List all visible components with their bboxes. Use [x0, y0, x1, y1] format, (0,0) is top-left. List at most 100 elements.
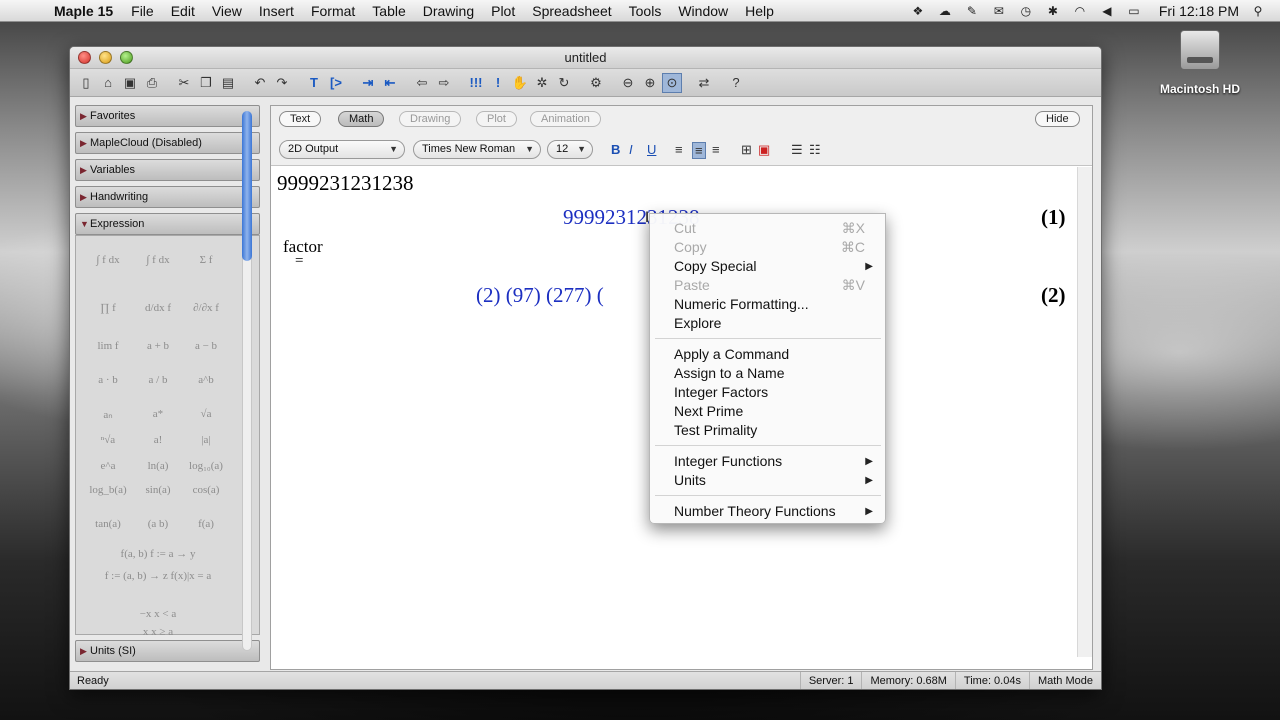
insert-text-icon[interactable]: T: [304, 73, 324, 93]
palette-item-partial-derivative[interactable]: ∂/∂x f: [193, 302, 219, 314]
menu-item-number-theory[interactable]: Number Theory Functions ▶: [650, 502, 885, 521]
menu-item-integer-functions[interactable]: Integer Functions ▶: [650, 452, 885, 471]
font-select[interactable]: Times New Roman ▼: [413, 140, 541, 159]
app-menu[interactable]: Maple 15: [54, 3, 113, 19]
palette-item-indefinite-integral[interactable]: ∫ f dx: [96, 254, 119, 266]
palette-item-subtraction[interactable]: a − b: [195, 340, 217, 352]
outdent-icon[interactable]: ⇤: [380, 73, 400, 93]
palette-item-piecewise-line2[interactable]: x x ≥ a: [143, 626, 173, 638]
mode-plot-button[interactable]: Plot: [476, 111, 517, 127]
palette-item-limit[interactable]: lim f: [97, 340, 118, 352]
font-size-select[interactable]: 12 ▼: [547, 140, 593, 159]
palette-maplecloud[interactable]: ▶ MapleCloud (Disabled): [75, 132, 260, 154]
align-center-icon[interactable]: ≡: [692, 142, 706, 159]
palette-item-division[interactable]: a / b: [149, 374, 168, 386]
menu-drawing[interactable]: Drawing: [423, 3, 474, 19]
borders-icon[interactable]: ⊞: [741, 142, 752, 158]
palette-item-factorial[interactable]: a!: [154, 434, 163, 446]
execute-all-icon[interactable]: !!!: [466, 73, 486, 93]
interrupt-icon[interactable]: ✋: [510, 73, 530, 93]
menu-item-apply-command[interactable]: Apply a Command: [650, 345, 885, 364]
palette-item-power[interactable]: a^b: [198, 374, 214, 386]
mode-text-button[interactable]: Text: [279, 111, 322, 127]
bullet-list-icon[interactable]: ☰: [791, 142, 803, 158]
cut-icon[interactable]: ✂: [174, 73, 194, 93]
back-arrow-icon[interactable]: ⇦: [412, 73, 432, 93]
palette-item-ln[interactable]: ln(a): [148, 460, 169, 472]
menu-item-numeric-formatting[interactable]: Numeric Formatting...: [650, 295, 885, 314]
palette-item-cos[interactable]: cos(a): [193, 484, 220, 496]
palette-item-sin[interactable]: sin(a): [145, 484, 170, 496]
menu-edit[interactable]: Edit: [171, 3, 195, 19]
palette-item-nth-root[interactable]: ⁿ√a: [101, 434, 115, 446]
menu-item-assign-name[interactable]: Assign to a Name: [650, 364, 885, 383]
color-fill-icon[interactable]: ▣: [758, 142, 770, 158]
menu-table[interactable]: Table: [372, 3, 405, 19]
restart-icon[interactable]: ↻: [554, 73, 574, 93]
menu-item-paste[interactable]: Paste ⌘V: [650, 276, 885, 295]
menubar-clock[interactable]: Fri 12:18 PM: [1159, 3, 1239, 19]
palette-units[interactable]: ▶ Units (SI): [75, 640, 260, 662]
palette-scroll-thumb[interactable]: [242, 111, 252, 261]
palette-item-addition[interactable]: a + b: [147, 340, 169, 352]
palette-item-function-call[interactable]: f(a): [198, 518, 214, 530]
palette-expression[interactable]: ▼Expression: [75, 213, 260, 235]
palette-item-definite-integral[interactable]: ∫ f dx: [146, 254, 169, 266]
menu-tools[interactable]: Tools: [629, 3, 662, 19]
numbered-list-icon[interactable]: ☷: [809, 142, 821, 158]
debug-icon[interactable]: ✲: [532, 73, 552, 93]
execute-icon[interactable]: !: [488, 73, 508, 93]
palette-variables[interactable]: ▶ Variables: [75, 159, 260, 181]
output-line-2[interactable]: (2) (97) (277) (: [476, 283, 604, 308]
close-window-button[interactable]: [78, 51, 91, 64]
palette-handwriting[interactable]: ▶ Handwriting: [75, 186, 260, 208]
palette-item-exponential[interactable]: e^a: [101, 460, 116, 472]
toggle-input-icon[interactable]: ⇄: [694, 73, 714, 93]
evernote-icon[interactable]: ✎: [964, 4, 980, 18]
zoom-window-button[interactable]: [120, 51, 133, 64]
palette-scrollbar[interactable]: [240, 105, 255, 671]
palette-favorites[interactable]: ▶ Favorites: [75, 105, 260, 127]
hide-context-bar-button[interactable]: Hide: [1035, 111, 1080, 127]
align-left-icon[interactable]: ≡: [675, 142, 683, 157]
menu-item-test-primality[interactable]: Test Primality: [650, 421, 885, 440]
palette-item-atomic[interactable]: a*: [153, 408, 163, 420]
underline-icon[interactable]: U: [647, 142, 656, 157]
script-icon[interactable]: ✉: [991, 4, 1007, 18]
save-icon[interactable]: ▣: [120, 73, 140, 93]
settings-gear-icon[interactable]: ⚙: [586, 73, 606, 93]
input-line-1[interactable]: 9999231231238: [277, 171, 414, 196]
menu-view[interactable]: View: [212, 3, 242, 19]
bold-icon[interactable]: B: [611, 142, 620, 157]
bluetooth-icon[interactable]: ✱: [1045, 4, 1061, 18]
document-scrollbar[interactable]: [1077, 167, 1092, 657]
menu-window[interactable]: Window: [678, 3, 728, 19]
copy-icon[interactable]: ❐: [196, 73, 216, 93]
forward-arrow-icon[interactable]: ⇨: [434, 73, 454, 93]
print-icon[interactable]: ⎙: [142, 73, 162, 93]
menu-item-copy-special[interactable]: Copy Special ▶: [650, 257, 885, 276]
mode-animation-button[interactable]: Animation: [530, 111, 601, 127]
menu-item-explore[interactable]: Explore: [650, 314, 885, 333]
palette-item-multiplication[interactable]: a · b: [98, 374, 118, 386]
menu-file[interactable]: File: [131, 3, 154, 19]
palette-item-log10[interactable]: log₁₀(a): [189, 460, 223, 472]
menu-item-integer-factors[interactable]: Integer Factors: [650, 383, 885, 402]
menu-insert[interactable]: Insert: [259, 3, 294, 19]
cloud-icon[interactable]: ☁: [937, 4, 953, 18]
menu-item-cut[interactable]: Cut ⌘X: [650, 219, 885, 238]
menu-format[interactable]: Format: [311, 3, 355, 19]
palette-item-binomial[interactable]: (a b): [148, 518, 168, 530]
menu-item-copy[interactable]: Copy ⌘C: [650, 238, 885, 257]
palette-item-product[interactable]: ∏ f: [100, 302, 115, 314]
time-machine-icon[interactable]: ◷: [1018, 4, 1034, 18]
mode-math-button[interactable]: Math: [338, 111, 385, 127]
undo-icon[interactable]: ↶: [250, 73, 270, 93]
menu-help[interactable]: Help: [745, 3, 774, 19]
hard-drive-icon[interactable]: [1180, 30, 1220, 70]
dropbox-icon[interactable]: ❖: [910, 4, 926, 18]
palette-item-derivative[interactable]: d/dx f: [145, 302, 171, 314]
redo-icon[interactable]: ↷: [272, 73, 292, 93]
desktop-drive[interactable]: Macintosh HD: [1150, 30, 1250, 96]
palette-item-square-root[interactable]: √a: [201, 408, 212, 420]
